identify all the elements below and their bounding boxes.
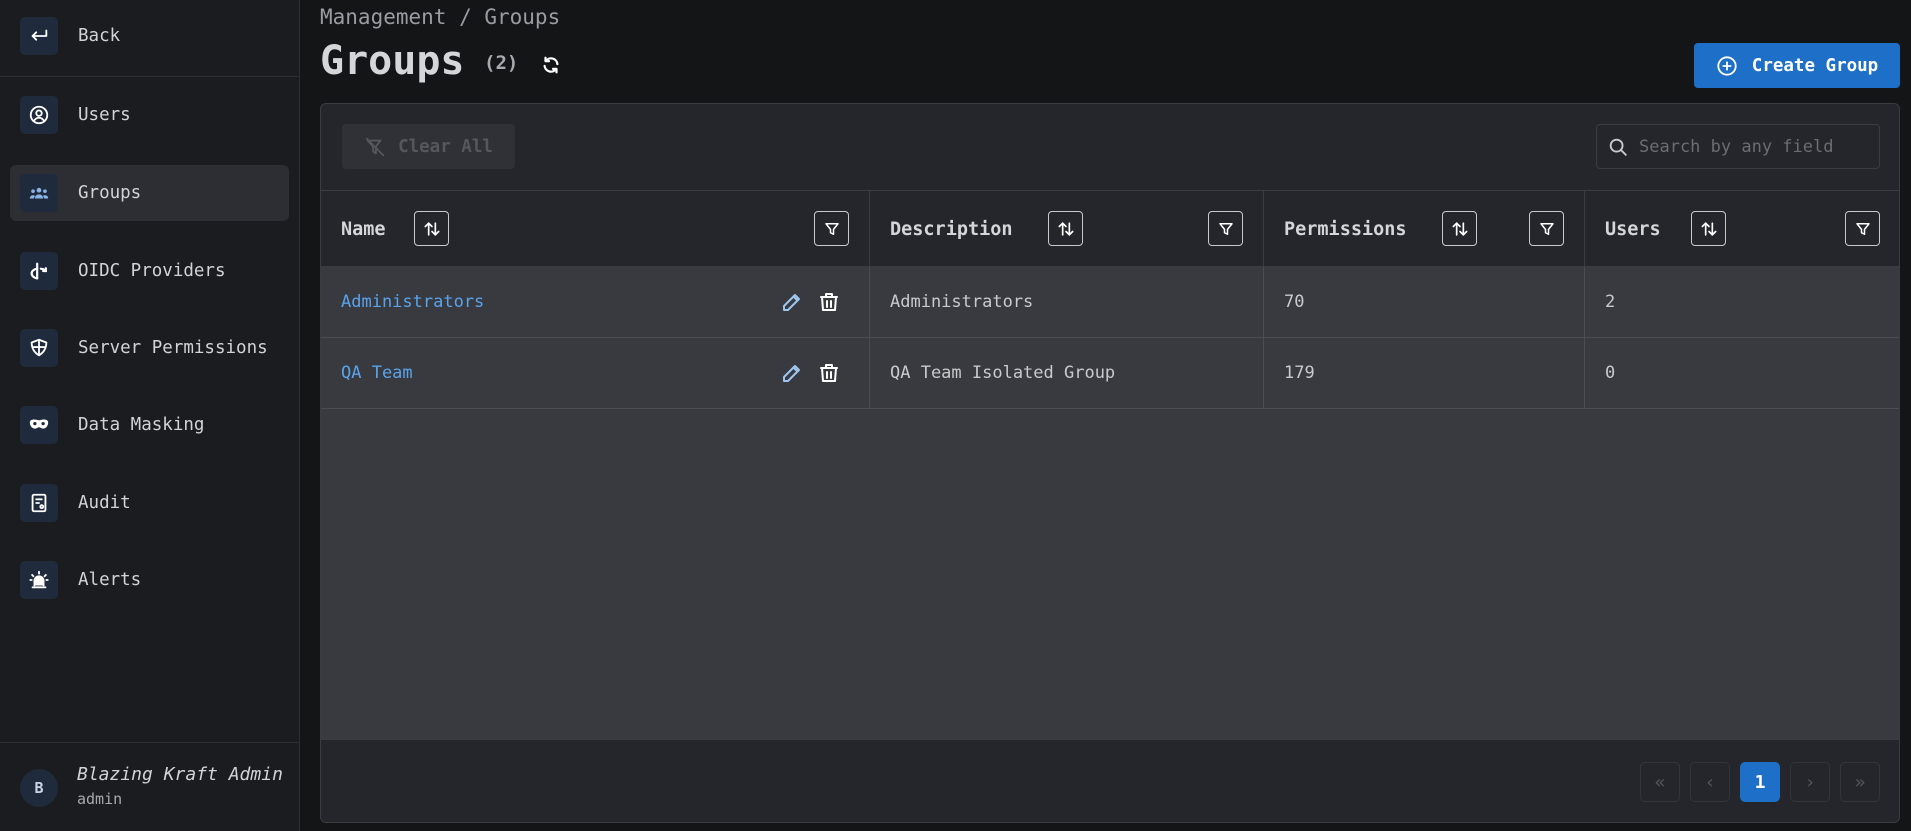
filter-icon[interactable]: [1208, 211, 1243, 246]
users-group-icon: [20, 174, 58, 212]
arrow-back-icon: [20, 17, 58, 55]
create-group-button[interactable]: Create Group: [1694, 43, 1900, 88]
clear-all-label: Clear All: [398, 136, 493, 157]
filter-icon[interactable]: [1529, 211, 1564, 246]
user-role: admin: [77, 790, 123, 808]
search-icon: [1609, 138, 1627, 156]
description-text: Administrators: [890, 292, 1034, 312]
sidebar-item-label: Alerts: [78, 570, 142, 590]
report-icon: [20, 484, 58, 522]
column-label: Name: [341, 218, 386, 240]
cell-permissions: 70: [1264, 267, 1585, 337]
column-label: Users: [1605, 218, 1661, 240]
table-row: Administrators Administrators 70 2: [321, 267, 1899, 338]
openid-icon: [20, 252, 58, 290]
sidebar-item-data-masking[interactable]: Data Masking: [10, 397, 289, 453]
column-header-users: Users: [1585, 191, 1899, 267]
users-count: 2: [1605, 292, 1616, 312]
breadcrumb: Management / Groups: [320, 5, 561, 29]
last-page-button[interactable]: »: [1840, 762, 1880, 802]
table-header: Name Description Permissions Users: [321, 190, 1899, 267]
sidebar: Back Users Groups OIDC Providers Server …: [0, 0, 300, 831]
prev-page-button[interactable]: ‹: [1690, 762, 1730, 802]
plus-circle-icon: [1717, 55, 1737, 76]
create-group-label: Create Group: [1751, 55, 1879, 76]
group-name-link[interactable]: QA Team: [341, 363, 413, 383]
group-name-link[interactable]: Administrators: [341, 292, 484, 312]
cell-permissions: 179: [1264, 338, 1585, 408]
filter-icon[interactable]: [1845, 211, 1880, 246]
pencil-icon[interactable]: [780, 361, 804, 385]
clear-all-button[interactable]: Clear All: [342, 124, 515, 169]
trash-icon[interactable]: [817, 290, 841, 314]
sidebar-item-audit[interactable]: Audit: [10, 475, 289, 531]
user-circle-icon: [20, 96, 58, 134]
page-1-button[interactable]: 1: [1740, 762, 1780, 802]
cell-name: Administrators: [321, 267, 870, 337]
user-name: Blazing Kraft Admin: [77, 764, 283, 785]
siren-icon: [20, 561, 58, 599]
sort-icon[interactable]: [1691, 211, 1726, 246]
sidebar-divider: [0, 76, 300, 77]
users-count: 0: [1605, 363, 1616, 383]
column-header-name: Name: [321, 191, 870, 267]
sidebar-item-server-permissions[interactable]: Server Permissions: [10, 320, 289, 376]
cell-description: QA Team Isolated Group: [870, 338, 1264, 408]
next-page-button[interactable]: ›: [1790, 762, 1830, 802]
pencil-icon[interactable]: [780, 290, 804, 314]
sidebar-item-label: OIDC Providers: [78, 261, 226, 281]
cell-name: QA Team: [321, 338, 870, 408]
shield-icon: [20, 329, 58, 367]
groups-table-panel: Clear All Name Description: [320, 103, 1900, 823]
table-empty-area: [321, 409, 1899, 740]
cell-users: 0: [1585, 338, 1899, 408]
refresh-icon[interactable]: [540, 54, 562, 76]
sidebar-item-oidc-providers[interactable]: OIDC Providers: [10, 243, 289, 299]
permissions-count: 70: [1284, 292, 1305, 312]
filter-icon[interactable]: [814, 211, 849, 246]
column-label: Description: [890, 218, 1013, 240]
sidebar-footer-divider: [0, 742, 300, 743]
search-input[interactable]: [1639, 136, 1869, 157]
cell-users: 2: [1585, 267, 1899, 337]
sidebar-item-label: Audit: [78, 493, 131, 513]
search-box: [1596, 124, 1880, 169]
back-button[interactable]: Back: [10, 8, 289, 64]
group-count: (2): [484, 52, 519, 74]
description-text: QA Team Isolated Group: [890, 363, 1116, 383]
sidebar-item-label: Server Permissions: [78, 338, 268, 358]
avatar[interactable]: B: [20, 769, 58, 807]
sort-icon[interactable]: [1048, 211, 1083, 246]
column-label: Permissions: [1284, 218, 1407, 240]
column-header-permissions: Permissions: [1264, 191, 1585, 267]
table-row: QA Team QA Team Isolated Group 179 0: [321, 338, 1899, 409]
column-header-description: Description: [870, 191, 1264, 267]
mask-icon: [20, 406, 58, 444]
first-page-button[interactable]: «: [1640, 762, 1680, 802]
sidebar-item-label: Data Masking: [78, 415, 205, 435]
sidebar-item-label: Groups: [78, 183, 142, 203]
sort-icon[interactable]: [1442, 211, 1477, 246]
permissions-count: 179: [1284, 363, 1315, 383]
filter-off-icon: [365, 137, 385, 156]
page-title: Groups: [320, 38, 465, 84]
sort-icon[interactable]: [414, 211, 449, 246]
cell-description: Administrators: [870, 267, 1264, 337]
trash-icon[interactable]: [817, 361, 841, 385]
sidebar-item-alerts[interactable]: Alerts: [10, 552, 289, 608]
sidebar-item-label: Users: [78, 105, 131, 125]
sidebar-item-groups[interactable]: Groups: [10, 165, 289, 221]
sidebar-item-users[interactable]: Users: [10, 87, 289, 143]
back-label: Back: [78, 26, 121, 46]
